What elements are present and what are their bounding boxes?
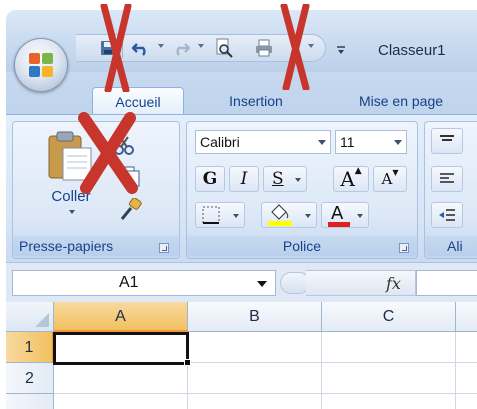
- redo-icon[interactable]: [170, 38, 192, 58]
- chevron-down-icon: [257, 281, 267, 287]
- ribbon: Coller Presse-papiers Calibri 11 G I S A…: [6, 114, 477, 262]
- fill-handle[interactable]: [184, 359, 191, 366]
- alignment-group: Ali: [424, 121, 477, 259]
- insert-function-area: fx: [306, 270, 416, 296]
- paste-button[interactable]: Coller: [43, 130, 103, 218]
- align-left-button[interactable]: [431, 166, 463, 192]
- paste-label: Coller: [51, 188, 91, 205]
- title-bar: Classeur1: [6, 10, 477, 72]
- active-cell-selection: [53, 332, 189, 365]
- row-header-2[interactable]: 2: [6, 363, 54, 394]
- cell-c2[interactable]: [322, 363, 456, 394]
- office-logo-icon: [29, 53, 53, 77]
- format-painter-icon[interactable]: [117, 197, 143, 222]
- formula-input[interactable]: [416, 270, 477, 296]
- tab-insertion[interactable]: Insertion: [200, 88, 312, 114]
- row-header-1[interactable]: 1: [6, 332, 54, 363]
- quick-access-toolbar: [76, 34, 326, 62]
- alignment-group-label: Ali: [425, 236, 477, 256]
- cell-a2[interactable]: [54, 363, 188, 394]
- chevron-down-icon: [318, 140, 326, 145]
- tab-mise-en-page[interactable]: Mise en page: [336, 88, 466, 114]
- decrease-indent-button[interactable]: [431, 202, 463, 228]
- font-color-icon: A: [328, 203, 350, 227]
- excel-window: Classeur1 Accueil Insertion Mise en page…: [6, 10, 477, 409]
- column-header-partial[interactable]: [456, 302, 477, 332]
- paste-dropdown-icon: [69, 210, 75, 214]
- font-color-button[interactable]: A: [321, 202, 369, 228]
- column-header-a[interactable]: A: [54, 302, 188, 332]
- cell-a3[interactable]: [54, 394, 188, 409]
- undo-icon[interactable]: [130, 38, 152, 58]
- borders-icon: [202, 206, 220, 224]
- font-size-combo[interactable]: 11: [335, 130, 407, 154]
- column-header-c[interactable]: C: [322, 302, 456, 332]
- decrease-indent-icon: [439, 209, 455, 221]
- font-name-value: Calibri: [200, 134, 240, 150]
- cell-c3[interactable]: [322, 394, 456, 409]
- undo-dropdown-icon[interactable]: [158, 44, 164, 48]
- cell-d1[interactable]: [456, 332, 477, 363]
- customize-qat-icon[interactable]: [308, 44, 314, 48]
- align-left-icon: [440, 173, 454, 183]
- caret-up-icon: ▲: [354, 166, 362, 176]
- name-box[interactable]: A1: [12, 270, 276, 296]
- clipboard-group-label: Presse-papiers: [13, 236, 179, 256]
- font-group: Calibri 11 G I S A ▲ A ▼ A Police: [186, 121, 418, 259]
- name-box-value: A1: [119, 274, 139, 291]
- redo-dropdown-icon[interactable]: [198, 44, 204, 48]
- row-header-3[interactable]: [6, 394, 54, 409]
- column-header-b[interactable]: B: [188, 302, 322, 332]
- font-size-value: 11: [340, 134, 355, 150]
- print-icon[interactable]: [252, 38, 276, 58]
- ribbon-tab-bar: Accueil Insertion Mise en page: [6, 72, 477, 115]
- cut-icon[interactable]: [113, 136, 137, 156]
- cell-b1[interactable]: [188, 332, 322, 363]
- underline-button[interactable]: S: [263, 166, 307, 192]
- cell-b2[interactable]: [188, 363, 322, 394]
- qat-separator: [122, 40, 123, 58]
- copy-icon[interactable]: [121, 166, 141, 188]
- clipboard-group: Coller Presse-papiers: [12, 121, 180, 259]
- font-dialog-launcher[interactable]: [399, 243, 409, 253]
- worksheet-grid: A B C 1 2: [6, 302, 477, 409]
- cell-c1[interactable]: [322, 332, 456, 363]
- font-color-bar: [328, 222, 350, 227]
- italic-button[interactable]: I: [229, 166, 259, 192]
- align-top-icon: [440, 135, 454, 141]
- font-color-glyph: A: [331, 203, 344, 224]
- fill-bucket-icon: [268, 204, 292, 226]
- clipboard-dialog-launcher[interactable]: [159, 243, 169, 253]
- grow-font-button[interactable]: A ▲: [333, 166, 369, 192]
- paste-icon: [48, 131, 92, 181]
- grow-font-label: A: [340, 167, 355, 191]
- save-icon[interactable]: [98, 38, 118, 58]
- select-all-corner[interactable]: [6, 302, 54, 332]
- shrink-font-label: A: [381, 170, 393, 188]
- window-title: Classeur1: [378, 42, 446, 59]
- caret-down-icon: ▼: [392, 167, 399, 177]
- quick-access-menu-icon[interactable]: [336, 43, 346, 54]
- align-top-button[interactable]: [431, 128, 463, 154]
- shrink-font-button[interactable]: A ▼: [373, 166, 407, 192]
- cell-d2[interactable]: [456, 363, 477, 394]
- font-group-label: Police: [187, 236, 417, 256]
- formula-bar: A1 fx: [6, 262, 477, 302]
- print-preview-icon[interactable]: [212, 38, 236, 58]
- bold-button[interactable]: G: [195, 166, 225, 192]
- fill-color-button[interactable]: [261, 202, 317, 228]
- chevron-down-icon: [394, 140, 402, 145]
- insert-function-icon[interactable]: fx: [386, 274, 401, 293]
- office-button[interactable]: [14, 38, 68, 92]
- font-name-combo[interactable]: Calibri: [195, 130, 331, 154]
- borders-button[interactable]: [195, 202, 245, 228]
- tab-accueil[interactable]: Accueil: [92, 87, 184, 115]
- cell-b3[interactable]: [188, 394, 322, 409]
